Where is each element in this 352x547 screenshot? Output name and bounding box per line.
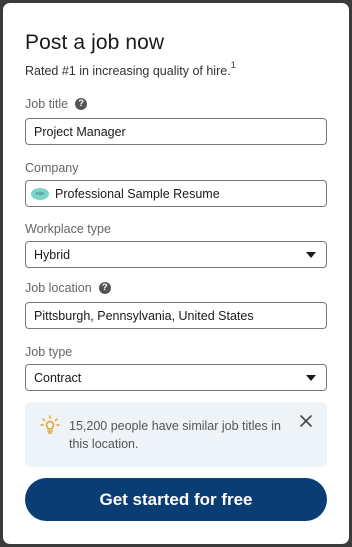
job-location-input[interactable]: Pittsburgh, Pennsylvania, United States <box>25 302 327 329</box>
subtitle: Rated #1 in increasing quality of hire.1 <box>25 60 236 79</box>
job-title-label-text: Job title <box>25 97 69 111</box>
company-label-text: Company <box>25 161 79 175</box>
job-type-select[interactable]: Contract <box>25 364 327 391</box>
job-type-value: Contract <box>34 370 82 385</box>
company-logo: PSR <box>31 187 49 200</box>
insight-box: 15,200 people have similar job titles in… <box>25 402 327 467</box>
job-title-label: Job title ? <box>25 97 88 111</box>
job-location-label-text: Job location <box>25 281 92 295</box>
workplace-type-label-text: Workplace type <box>25 222 111 236</box>
chevron-down-icon <box>306 251 316 258</box>
job-type-label: Job type <box>25 345 72 359</box>
lightbulb-icon <box>40 415 60 434</box>
job-location-help-icon[interactable]: ? <box>98 282 111 294</box>
chevron-down-icon <box>306 374 316 381</box>
workplace-type-label: Workplace type <box>25 222 111 236</box>
job-title-input[interactable]: Project Manager <box>25 118 327 145</box>
company-label: Company <box>25 161 79 175</box>
footnote-marker: 1 <box>230 60 236 70</box>
job-type-label-text: Job type <box>25 345 73 359</box>
job-location-value: Pittsburgh, Pennsylvania, United States <box>34 308 254 323</box>
page-title: Post a job now <box>25 31 165 54</box>
post-job-card: Post a job now Rated #1 in increasing qu… <box>3 3 349 544</box>
job-location-label: Job location ? <box>25 281 111 295</box>
close-icon[interactable] <box>299 414 313 428</box>
company-value: Professional Sample Resume <box>55 186 220 201</box>
company-input[interactable]: PSR Professional Sample Resume <box>25 180 327 207</box>
insight-text: 15,200 people have similar job titles in… <box>69 419 281 451</box>
job-title-help-icon[interactable]: ? <box>75 98 88 110</box>
workplace-type-value: Hybrid <box>34 247 71 262</box>
job-title-value: Project Manager <box>34 124 126 139</box>
subtitle-text: Rated #1 in increasing quality of hire. <box>25 64 231 79</box>
get-started-button[interactable]: Get started for free <box>25 478 327 521</box>
workplace-type-select[interactable]: Hybrid <box>25 241 327 268</box>
